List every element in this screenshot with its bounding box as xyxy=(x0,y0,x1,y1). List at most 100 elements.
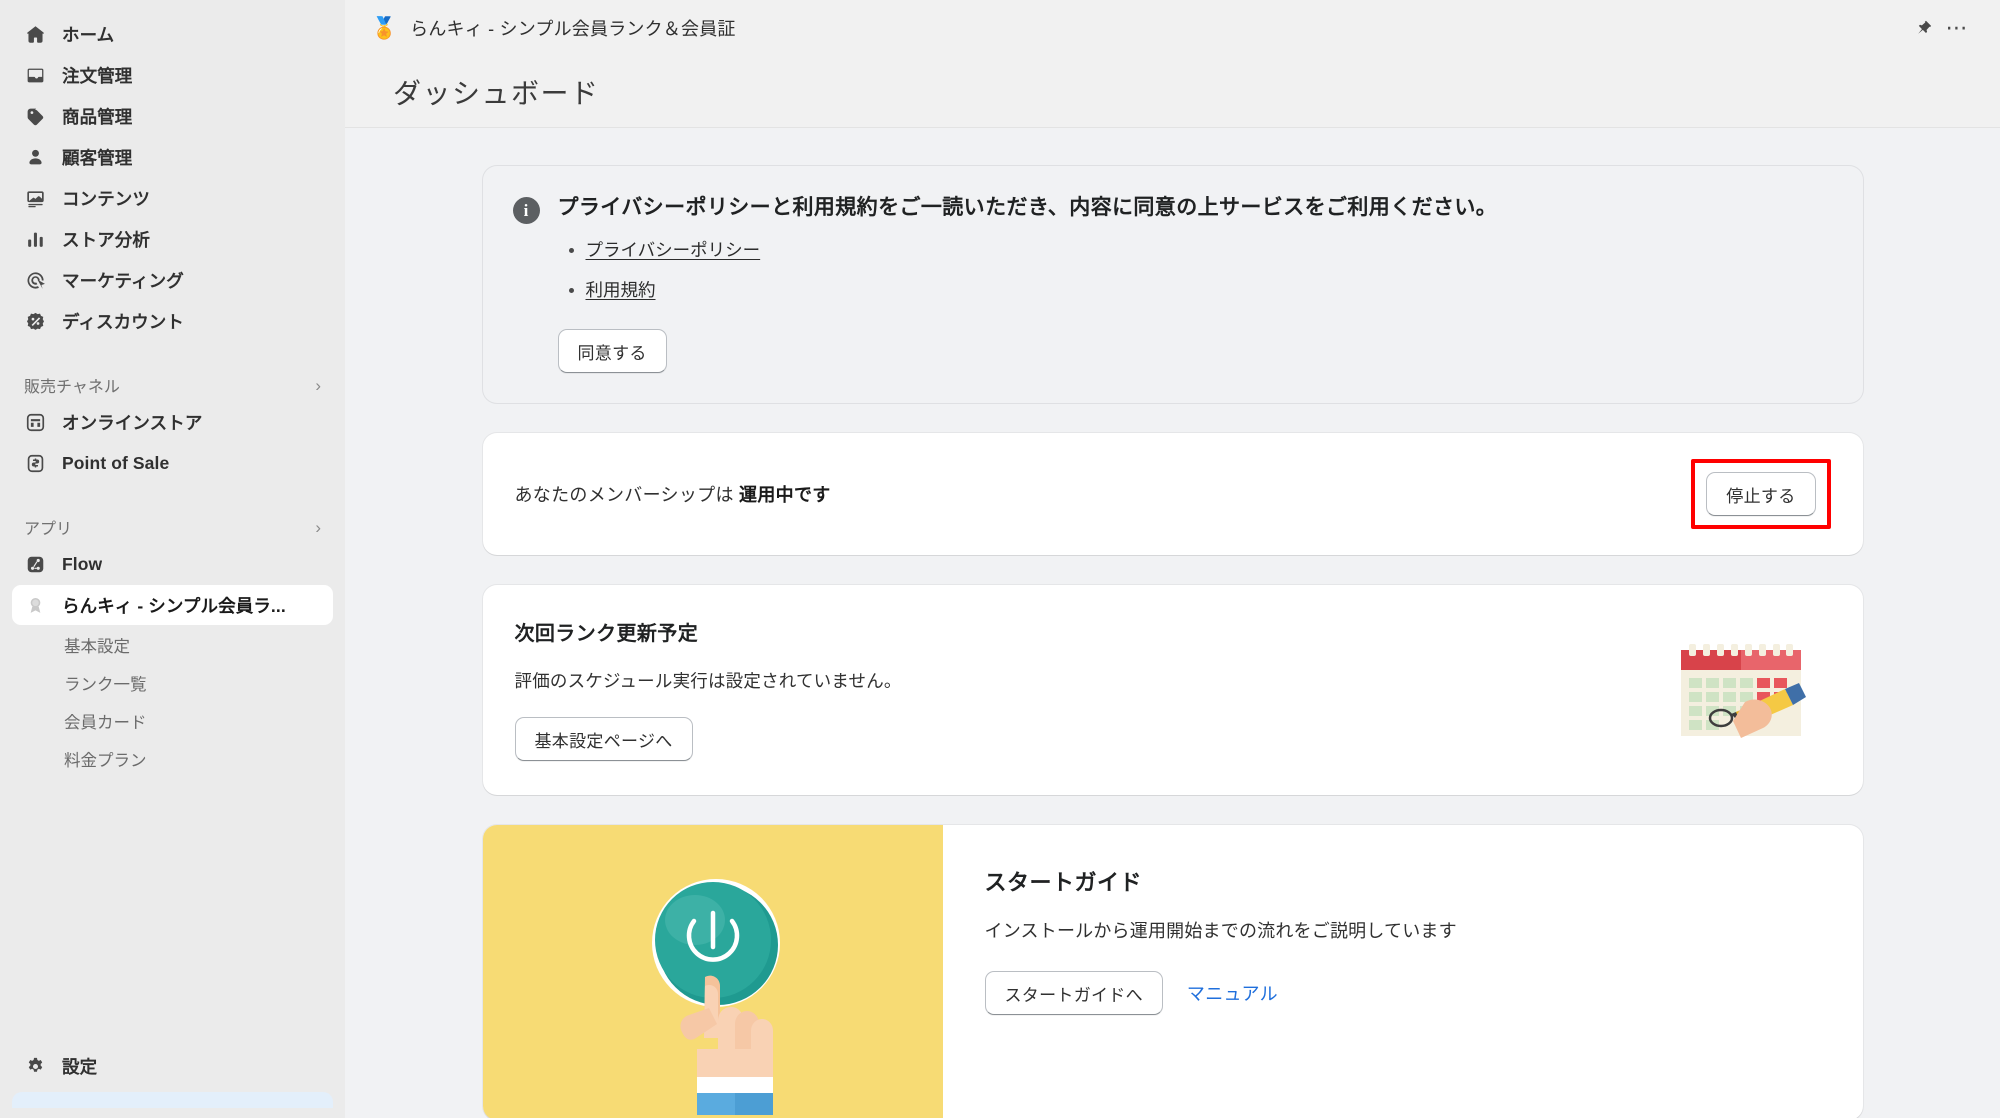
start-guide-button[interactable]: スタートガイドへ xyxy=(984,971,1163,1016)
orders-inbox-icon xyxy=(24,64,46,86)
banner-body: プライバシーポリシーと利用規約をご一読いただき、内容に同意の上サービスをご利用く… xyxy=(557,194,1829,374)
next-rank-description: 評価のスケジュール実行は設定されていません。 xyxy=(514,671,902,692)
product-tag-icon xyxy=(24,105,46,127)
sidebar-item-content[interactable]: コンテンツ xyxy=(12,178,333,218)
sidebar-bottom-panel[interactable] xyxy=(12,1092,333,1108)
sidebar-item-point-of-sale[interactable]: Point of Sale xyxy=(12,443,333,483)
sidebar-subitem-label: 会員カード xyxy=(64,714,147,732)
pin-icon[interactable] xyxy=(1906,11,1940,45)
content-column: i プライバシーポリシーと利用規約をご一読いただき、内容に同意の上サービスをご利… xyxy=(482,166,1863,1118)
privacy-policy-banner: i プライバシーポリシーと利用規約をご一読いただき、内容に同意の上サービスをご利… xyxy=(482,166,1863,404)
home-icon xyxy=(24,23,46,45)
membership-text-prefix: あなたのメンバーシップは xyxy=(514,485,740,506)
point-of-sale-icon xyxy=(24,452,46,474)
basic-settings-page-button[interactable]: 基本設定ページへ xyxy=(514,717,693,762)
sidebar-item-products[interactable]: 商品管理 xyxy=(12,96,333,136)
sidebar: ホーム 注文管理 商品管理 顧客管理 コンテンツ ストア分析 マーケティング デ… xyxy=(0,0,345,1118)
agree-button[interactable]: 同意する xyxy=(557,329,667,374)
sidebar-item-analytics[interactable]: ストア分析 xyxy=(12,219,333,259)
next-rank-title: 次回ランク更新予定 xyxy=(514,623,699,646)
sidebar-item-discounts[interactable]: ディスカウント xyxy=(12,301,333,341)
app-topbar: 🏅 らんキィ - シンプル会員ランク＆会員証 ⋯ xyxy=(345,0,2000,56)
online-store-icon xyxy=(24,411,46,433)
sidebar-item-label: 設定 xyxy=(62,1056,98,1077)
discount-percent-icon xyxy=(24,310,46,332)
sidebar-item-rankey-app[interactable]: らんキィ - シンプル会員ラ... xyxy=(12,585,333,625)
nav-spacer-1 xyxy=(0,342,345,368)
terms-of-service-link[interactable]: 利用規約 xyxy=(586,280,656,300)
list-item: 利用規約 xyxy=(586,277,1829,302)
sidebar-item-label: Flow xyxy=(62,553,103,574)
sidebar-subitem-pricing-plan[interactable]: 料金プラン xyxy=(12,740,333,778)
sidebar-section-apps[interactable]: アプリ › xyxy=(12,510,333,544)
section-title: 販売チャネル xyxy=(24,379,120,396)
list-item: プライバシーポリシー xyxy=(586,237,1829,262)
content-image-icon xyxy=(24,187,46,209)
sidebar-item-label: 商品管理 xyxy=(62,106,133,127)
sidebar-item-online-store[interactable]: オンラインストア xyxy=(12,402,333,442)
start-guide-description: インストールから運用開始までの流れをご説明しています xyxy=(984,921,1457,942)
sidebar-item-label: コンテンツ xyxy=(62,188,150,209)
power-button-hand-illustration xyxy=(482,825,943,1118)
sidebar-section-sales-channel[interactable]: 販売チャネル › xyxy=(12,368,333,402)
app-badge-icon: 🏅 xyxy=(371,16,398,40)
sidebar-subitem-label: 料金プラン xyxy=(64,752,147,770)
analytics-bar-icon xyxy=(24,228,46,250)
sidebar-item-label: 注文管理 xyxy=(62,65,133,86)
sidebar-item-customers[interactable]: 顧客管理 xyxy=(12,137,333,177)
banner-links-list: プライバシーポリシー 利用規約 xyxy=(586,237,1829,302)
sidebar-subitem-rank-list[interactable]: ランク一覧 xyxy=(12,664,333,702)
chevron-right-icon: › xyxy=(315,375,321,395)
sidebar-item-label: らんキィ - シンプル会員ラ... xyxy=(62,595,286,616)
calendar-hand-pencil-illustration xyxy=(1673,634,1823,751)
sidebar-item-label: マーケティング xyxy=(62,270,184,291)
sidebar-item-label: オンラインストア xyxy=(62,412,203,433)
start-guide-card: スタートガイド インストールから運用開始までの流れをご説明しています スタートガ… xyxy=(482,825,1863,1118)
stop-membership-button[interactable]: 停止する xyxy=(1706,472,1816,517)
app-title: らんキィ - シンプル会員ランク＆会員証 xyxy=(410,19,736,39)
manual-link[interactable]: マニュアル xyxy=(1187,980,1278,1006)
start-guide-title: スタートガイド xyxy=(984,870,1143,896)
sidebar-subitem-member-card[interactable]: 会員カード xyxy=(12,702,333,740)
section-title: アプリ xyxy=(24,521,73,538)
membership-status-value: 運用中です xyxy=(739,485,831,506)
sidebar-item-label: ディスカウント xyxy=(62,311,184,332)
sidebar-subitem-label: 基本設定 xyxy=(64,638,130,656)
sidebar-item-label: Point of Sale xyxy=(62,452,170,473)
customer-person-icon xyxy=(24,146,46,168)
sidebar-subitem-label: ランク一覧 xyxy=(64,676,147,694)
sidebar-item-marketing[interactable]: マーケティング xyxy=(12,260,333,300)
marketing-target-icon xyxy=(24,269,46,291)
sidebar-item-label: ストア分析 xyxy=(62,229,150,250)
sidebar-subitem-basic-settings[interactable]: 基本設定 xyxy=(12,626,333,664)
next-rank-body: 次回ランク更新予定 評価のスケジュール実行は設定されていません。 基本設定ページ… xyxy=(514,617,902,762)
flow-app-icon xyxy=(24,553,46,575)
sidebar-item-orders[interactable]: 注文管理 xyxy=(12,55,333,95)
nav-spacer-2 xyxy=(0,484,345,510)
membership-status-card: あなたのメンバーシップは 運用中です 停止する xyxy=(482,433,1863,556)
start-guide-body: スタートガイド インストールから運用開始までの流れをご説明しています スタートガ… xyxy=(943,825,1863,1118)
page-header: ダッシュボード xyxy=(345,56,2000,128)
ellipsis-glyph: ⋯ xyxy=(1945,15,1969,40)
stop-button-highlight: 停止する xyxy=(1691,459,1831,530)
privacy-policy-link[interactable]: プライバシーポリシー xyxy=(586,240,761,260)
app-root: ホーム 注文管理 商品管理 顧客管理 コンテンツ ストア分析 マーケティング デ… xyxy=(0,0,2000,1118)
main-area: 🏅 らんキィ - シンプル会員ランク＆会員証 ⋯ ダッシュボード i プライバシ… xyxy=(345,0,2000,1118)
sidebar-item-settings[interactable]: 設定 xyxy=(12,1046,333,1086)
info-icon: i xyxy=(512,197,540,224)
page-title: ダッシュボード xyxy=(393,77,600,109)
next-rank-update-card: 次回ランク更新予定 評価のスケジュール実行は設定されていません。 基本設定ページ… xyxy=(482,585,1863,796)
sidebar-scroll: ホーム 注文管理 商品管理 顧客管理 コンテンツ ストア分析 マーケティング デ… xyxy=(0,0,345,1046)
rankey-app-icon xyxy=(24,594,46,616)
sidebar-item-label: 顧客管理 xyxy=(62,147,133,168)
banner-row: i プライバシーポリシーと利用規約をご一読いただき、内容に同意の上サービスをご利… xyxy=(512,194,1829,374)
start-guide-actions: スタートガイドへ マニュアル xyxy=(984,971,1823,1016)
more-options-icon[interactable]: ⋯ xyxy=(1940,11,1974,45)
page-content: i プライバシーポリシーと利用規約をご一読いただき、内容に同意の上サービスをご利… xyxy=(345,128,2000,1118)
membership-status-text: あなたのメンバーシップは 運用中です xyxy=(515,481,831,507)
sidebar-item-home[interactable]: ホーム xyxy=(12,14,333,54)
sidebar-item-flow[interactable]: Flow xyxy=(12,544,333,584)
gear-icon xyxy=(24,1055,46,1077)
chevron-right-icon: › xyxy=(315,517,321,537)
banner-title: プライバシーポリシーと利用規約をご一読いただき、内容に同意の上サービスをご利用く… xyxy=(557,196,1498,219)
